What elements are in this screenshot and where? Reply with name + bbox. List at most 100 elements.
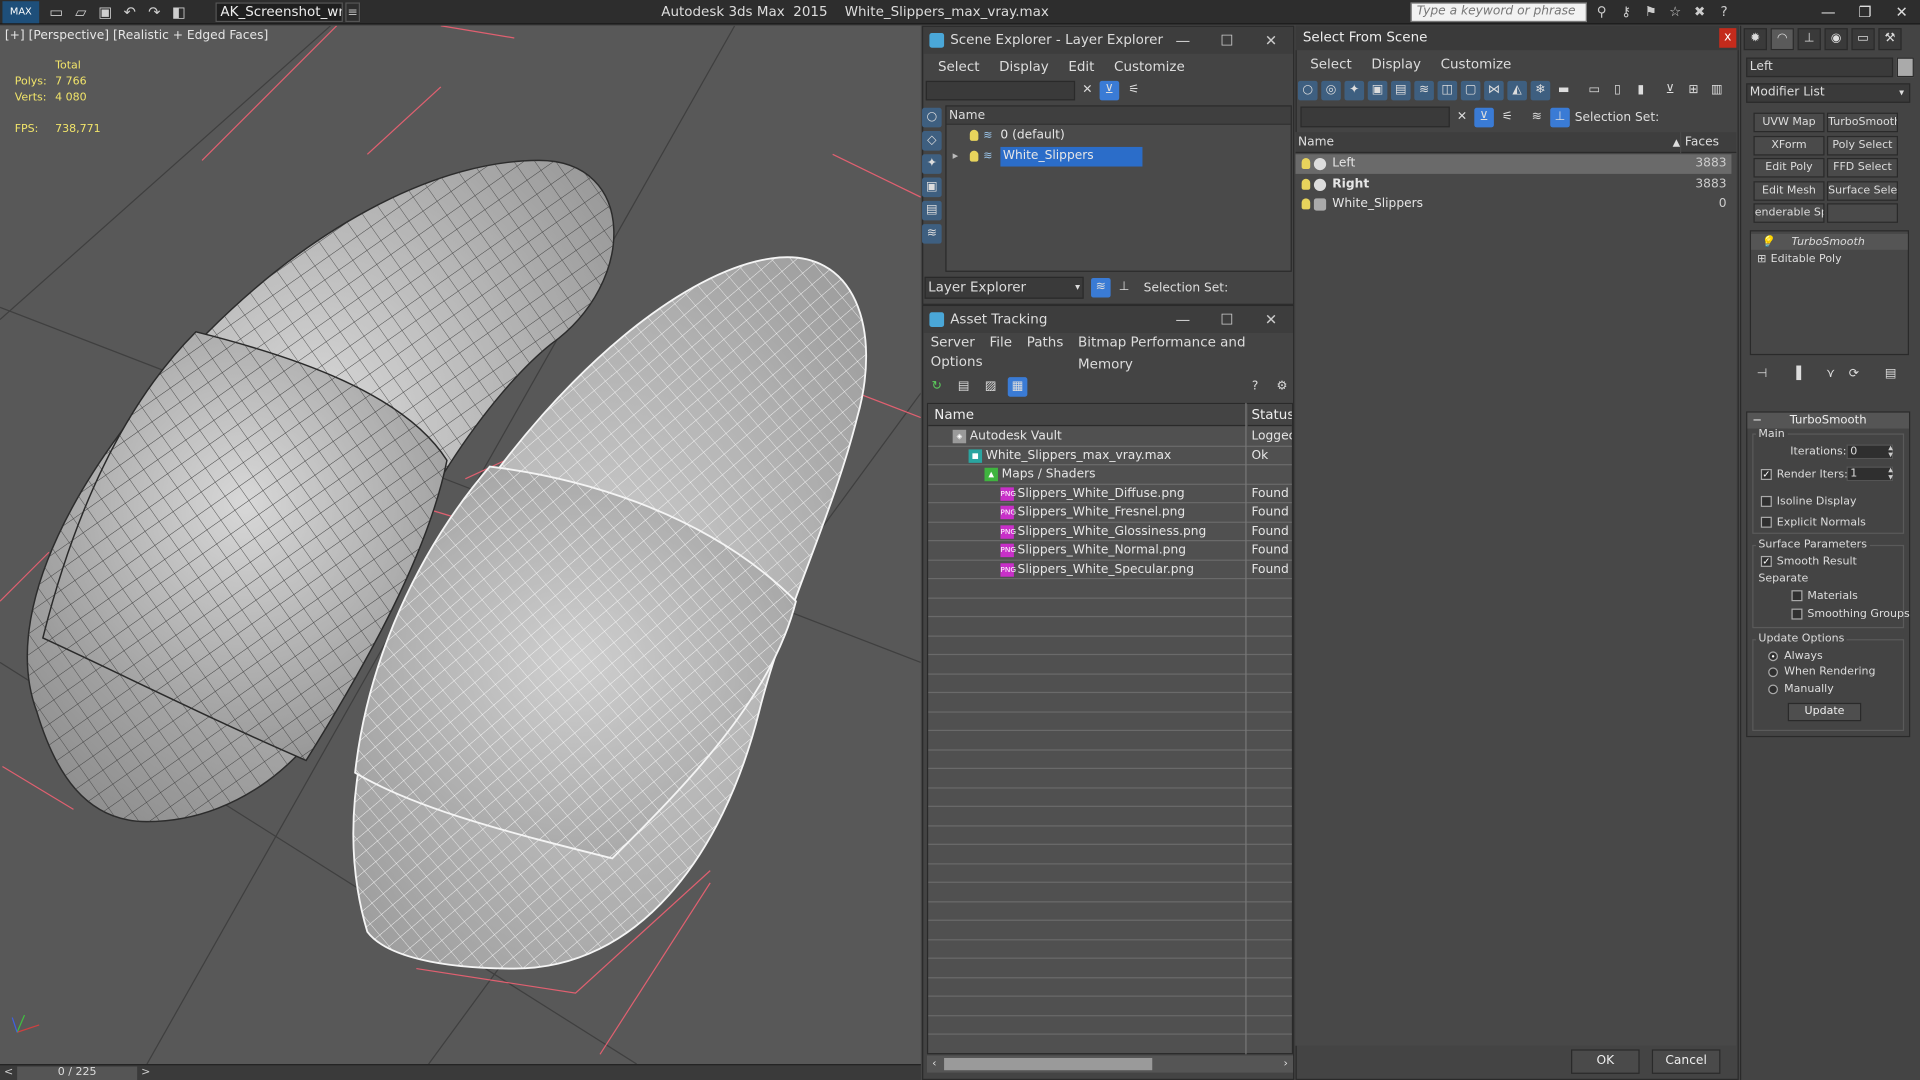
modifier-button[interactable]: Surface Select xyxy=(1826,180,1898,201)
spinner-arrows-icon[interactable]: ▲ ▼ xyxy=(1886,444,1896,459)
hierarchy-icon[interactable]: ⊥ xyxy=(1114,278,1134,298)
scrollbar-thumb[interactable] xyxy=(944,1057,1153,1071)
new-file-icon[interactable]: ▭ xyxy=(47,2,67,22)
workspace-menu-icon[interactable]: ≡ xyxy=(345,2,361,23)
at-help-icon[interactable]: ? xyxy=(1245,377,1265,397)
help-icon[interactable]: ? xyxy=(1714,2,1734,22)
render-iters-checkbox[interactable]: ✓ xyxy=(1760,468,1772,481)
se-menu-display[interactable]: Display xyxy=(989,56,1058,78)
filter-containers-icon[interactable]: ◭ xyxy=(1507,80,1527,101)
asset-row[interactable]: PNG Slippers_White_Glossiness.png Found xyxy=(928,522,1292,542)
modifier-button[interactable]: FFD Select xyxy=(1826,157,1898,178)
tab-motion-icon[interactable]: ◉ xyxy=(1824,28,1848,51)
at-maximize-button[interactable]: ☐ xyxy=(1205,306,1249,333)
tab-modify-icon[interactable]: ◠ xyxy=(1770,28,1794,51)
se-menu-select[interactable]: Select xyxy=(928,56,989,78)
at-settings-icon[interactable]: ⚙ xyxy=(1272,377,1292,397)
display-geometry-icon[interactable]: ○ xyxy=(922,107,942,128)
scene-explorer-titlebar[interactable]: Scene Explorer - Layer Explorer — ☐ ✕ xyxy=(923,26,1294,54)
filter-frozen-icon[interactable]: ❄ xyxy=(1530,80,1551,101)
isoline-display-checkbox[interactable] xyxy=(1760,495,1772,507)
sfs-search-input[interactable] xyxy=(1300,106,1450,128)
object-name-field[interactable]: Left xyxy=(1746,57,1894,78)
filter-shapes-icon[interactable]: ◎ xyxy=(1321,80,1341,101)
sfs-title[interactable]: Select From Scene xyxy=(1295,25,1739,51)
at-horizontal-scrollbar[interactable]: ‹ › xyxy=(926,1055,1294,1073)
modifier-button[interactable]: XForm xyxy=(1753,135,1825,155)
sfs-name-column-header[interactable]: Name xyxy=(1295,132,1681,154)
display-layers-icon[interactable]: ≋ xyxy=(922,224,942,244)
object-color-swatch[interactable] xyxy=(1896,57,1914,78)
filter-hidden-icon[interactable]: ▬ xyxy=(1554,81,1574,101)
se-menu-customize[interactable]: Customize xyxy=(1104,56,1194,78)
sfs-menu-customize[interactable]: Customize xyxy=(1431,54,1521,76)
open-file-icon[interactable]: ▱ xyxy=(71,2,91,22)
sfs-menu-display[interactable]: Display xyxy=(1362,54,1431,76)
stack-item-turbosmooth[interactable]: 💡 TurboSmooth xyxy=(1751,233,1908,250)
sfs-filter-funnel-icon[interactable]: ⊻ xyxy=(1660,81,1680,101)
update-button[interactable]: Update xyxy=(1787,702,1862,722)
filter-cameras-icon[interactable]: ▣ xyxy=(1367,80,1388,101)
visibility-bulb-icon[interactable] xyxy=(1301,178,1311,190)
modifier-button[interactable] xyxy=(1826,203,1898,223)
modifier-button[interactable]: enderable Splir xyxy=(1753,203,1825,223)
asset-row[interactable]: ◈ Autodesk Vault Logged xyxy=(928,427,1292,447)
time-slider[interactable]: < 0 / 225 > xyxy=(0,1064,921,1080)
at-minimize-button[interactable]: — xyxy=(1161,306,1205,333)
manually-radio[interactable] xyxy=(1768,684,1778,695)
exchange-icon[interactable]: ✖ xyxy=(1690,2,1710,22)
display-lights-icon[interactable]: ✦ xyxy=(922,154,942,174)
se-menu-edit[interactable]: Edit xyxy=(1059,56,1105,78)
always-radio[interactable] xyxy=(1768,651,1778,662)
time-slider-thumb[interactable]: 0 / 225 xyxy=(17,1066,138,1080)
configure-sets-icon[interactable]: ▤ xyxy=(1881,365,1901,385)
filter-geometry-icon[interactable]: ○ xyxy=(1297,80,1318,101)
explicit-normals-checkbox[interactable] xyxy=(1760,516,1772,528)
layer-visibility-icon[interactable] xyxy=(969,150,979,162)
redo-icon[interactable]: ↷ xyxy=(144,2,164,22)
asset-row[interactable]: PNG Slippers_White_Fresnel.png Found xyxy=(928,503,1292,523)
list-view-icon[interactable]: ▤ xyxy=(954,377,974,397)
expand-arrow-icon[interactable]: ▸ xyxy=(953,151,959,163)
at-column-divider[interactable] xyxy=(1245,402,1247,1055)
se-search-input[interactable] xyxy=(925,80,1076,101)
sfs-close-button[interactable]: x xyxy=(1719,28,1737,48)
key-icon[interactable]: ⚷ xyxy=(1616,2,1636,22)
visibility-bulb-icon[interactable] xyxy=(1301,157,1311,169)
at-name-column-header[interactable]: Name xyxy=(928,404,1247,427)
filter-helpers-icon[interactable]: ▤ xyxy=(1391,80,1411,101)
help-search-input[interactable]: Type a keyword or phrase xyxy=(1410,2,1587,23)
modifier-button[interactable]: UVW Map xyxy=(1753,112,1825,133)
time-next-button[interactable]: > xyxy=(137,1065,154,1080)
asset-row[interactable]: ▲ Maps / Shaders xyxy=(928,465,1292,485)
spinner-arrows-icon[interactable]: ▲ ▼ xyxy=(1886,467,1896,482)
scene-object-row[interactable]: White_Slippers 0 xyxy=(1296,195,1732,215)
filter-groups-icon[interactable]: ◫ xyxy=(1437,80,1458,101)
layer-tree-name-header[interactable]: Name xyxy=(946,106,1291,125)
asset-row[interactable]: ■ White_Slippers_max_vray.max Ok xyxy=(928,446,1292,466)
at-status-column-header[interactable]: Status xyxy=(1247,404,1292,427)
select-none-icon[interactable]: ▯ xyxy=(1608,81,1628,101)
se-clear-search-icon[interactable]: ✕ xyxy=(1078,81,1098,101)
layer-visibility-icon[interactable] xyxy=(969,129,979,141)
sfs-layers-icon[interactable]: ≋ xyxy=(1527,108,1547,128)
lightbulb-icon[interactable]: 💡 xyxy=(1761,236,1775,248)
tab-hierarchy-icon[interactable]: ⊥ xyxy=(1797,28,1821,51)
minimize-button[interactable]: — xyxy=(1810,0,1847,24)
sort-by-layer-icon[interactable]: ≋ xyxy=(1091,277,1111,298)
layer-row-white-slippers[interactable]: ▸ ≋ White_Slippers xyxy=(947,146,1291,167)
cancel-button[interactable]: Cancel xyxy=(1651,1049,1721,1074)
sfs-hierarchy-mode-icon[interactable]: ⊥ xyxy=(1550,107,1570,128)
restore-button[interactable]: ❐ xyxy=(1847,0,1884,24)
make-unique-icon[interactable]: ⋎ xyxy=(1821,365,1841,385)
display-shapes-icon[interactable]: ◇ xyxy=(922,131,942,151)
favorites-icon[interactable]: ☆ xyxy=(1665,2,1685,22)
modifier-button[interactable]: Edit Mesh xyxy=(1753,180,1825,201)
sfs-find-icon[interactable]: ⚟ xyxy=(1498,108,1518,128)
scroll-right-icon[interactable]: › xyxy=(1278,1056,1293,1073)
filter-xrefs-icon[interactable]: ▢ xyxy=(1460,80,1481,101)
scene-object-row[interactable]: Left 3883 xyxy=(1295,154,1732,174)
sfs-find-filter-icon[interactable]: ⊻ xyxy=(1474,107,1494,128)
remove-modifier-icon[interactable]: ⟳ xyxy=(1844,365,1864,385)
perspective-viewport[interactable]: [+] [Perspective] [Realistic + Edged Fac… xyxy=(0,25,921,1065)
